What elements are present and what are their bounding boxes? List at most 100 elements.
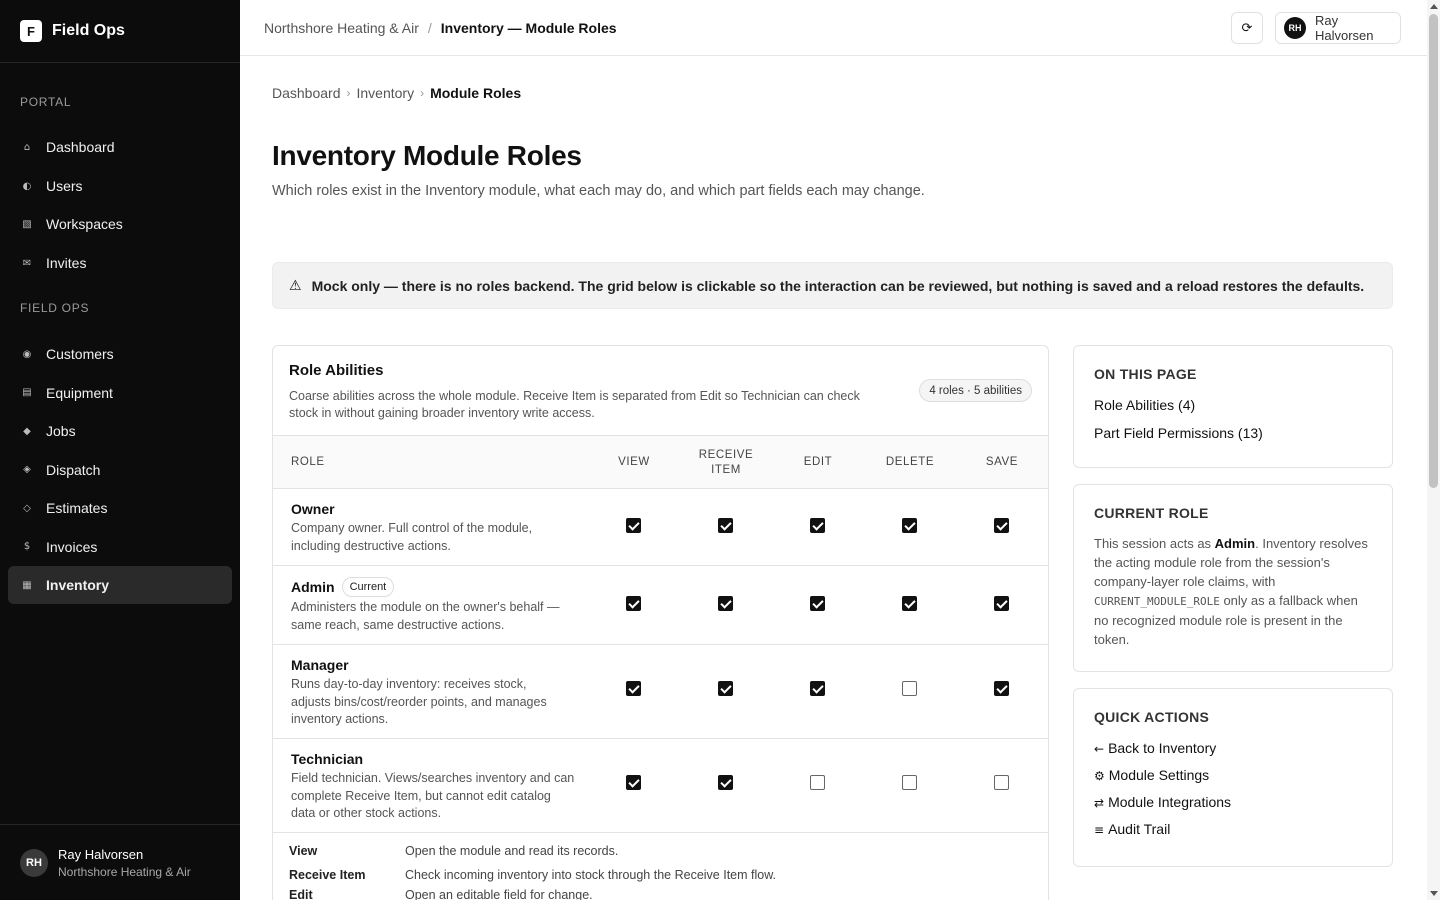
refresh-icon: ⟳ xyxy=(1241,20,1253,36)
sidebar-item-workspaces[interactable]: ▧ Workspaces xyxy=(8,205,232,243)
ability-checkbox-manager-view[interactable] xyxy=(626,681,641,696)
page-subtitle: Which roles exist in the Inventory modul… xyxy=(272,183,925,199)
ability-checkbox-admin-edit[interactable] xyxy=(810,596,825,611)
column-header-receive-item: RECEIVE ITEM xyxy=(698,448,754,476)
sidebar-item-label: Users xyxy=(46,178,83,194)
module-integrations-link[interactable]: ⇄ Module Integrations xyxy=(1094,794,1372,810)
column-header-edit: EDIT xyxy=(803,456,833,468)
list-icon: ≡ xyxy=(1094,823,1105,837)
ability-checkbox-admin-receive-item[interactable] xyxy=(718,596,733,611)
column-header-save: SAVE xyxy=(985,456,1019,468)
sidebar-item-estimates[interactable]: ◇ Estimates xyxy=(8,489,232,527)
gear-icon: ⚙ xyxy=(1094,769,1105,783)
sidebar-item-users[interactable]: ◐ Users xyxy=(8,167,232,205)
ability-checkbox-manager-delete[interactable] xyxy=(902,681,917,696)
topbar: Northshore Heating & Air / Inventory — M… xyxy=(240,0,1427,56)
topbar-org[interactable]: Northshore Heating & Air xyxy=(264,20,419,36)
breadcrumb-inventory[interactable]: Inventory xyxy=(357,85,415,101)
sidebar: F Field Ops PORTAL ⌂ Dashboard ◐ Users ▧ Wo… xyxy=(0,0,240,900)
topbar-separator: / xyxy=(427,19,432,36)
scrollbar[interactable] xyxy=(1427,0,1440,900)
sidebar-item-label: Workspaces xyxy=(46,216,123,232)
ability-checkbox-owner-delete[interactable] xyxy=(902,518,917,533)
sidebar-item-invites[interactable]: ✉ Invites xyxy=(8,244,232,282)
panel-title: CURRENT ROLE xyxy=(1094,505,1209,521)
ability-checkbox-technician-receive-item[interactable] xyxy=(718,775,733,790)
ability-checkbox-manager-receive-item[interactable] xyxy=(718,681,733,696)
sidebar-item-equipment[interactable]: ▤ Equipment xyxy=(8,374,232,412)
toc-link-part-field-permissions[interactable]: Part Field Permissions (13) xyxy=(1094,425,1372,441)
brand-name: Field Ops xyxy=(52,22,125,39)
column-header-delete: DELETE xyxy=(885,456,935,468)
role-abilities-card: Role Abilities Coarse abilities across t… xyxy=(272,345,1049,900)
table-row-admin: Admin Current Administers the module on … xyxy=(273,566,1048,645)
sidebar-item-jobs[interactable]: ◆ Jobs xyxy=(8,412,232,450)
role-description: Company owner. Full control of the modul… xyxy=(291,521,533,553)
role-description: Administers the module on the owner's be… xyxy=(291,600,560,632)
ability-checkbox-technician-delete[interactable] xyxy=(902,775,917,790)
ability-checkbox-manager-save[interactable] xyxy=(994,681,1009,696)
sidebar-item-dashboard[interactable]: ⌂ Dashboard xyxy=(8,128,232,166)
scroll-up-arrow[interactable] xyxy=(1430,4,1438,9)
sidebar-item-dispatch[interactable]: ◈ Dispatch xyxy=(8,451,232,489)
card-description: Coarse abilities across the whole module… xyxy=(289,389,860,420)
page-title: Inventory Module Roles xyxy=(272,140,582,171)
sidebar-item-invoices[interactable]: $ Invoices xyxy=(8,528,232,566)
role-name: Admin Current xyxy=(291,577,395,597)
notice-text: Mock only — there is no roles backend. T… xyxy=(311,277,1365,294)
role-name-text: Technician xyxy=(291,751,364,767)
breadcrumb-dashboard[interactable]: Dashboard xyxy=(272,85,341,101)
inventory-icon: ▦ xyxy=(22,579,32,591)
module-settings-link[interactable]: ⚙ Module Settings xyxy=(1094,767,1372,783)
ability-checkbox-admin-view[interactable] xyxy=(626,596,641,611)
ability-checkbox-manager-edit[interactable] xyxy=(810,681,825,696)
ability-checkbox-owner-edit[interactable] xyxy=(810,518,825,533)
brand[interactable]: F Field Ops xyxy=(0,0,240,63)
refresh-button[interactable]: ⟳ xyxy=(1231,12,1263,44)
ability-checkbox-owner-save[interactable] xyxy=(994,518,1009,533)
sidebar-item-label: Dispatch xyxy=(46,461,101,478)
ability-checkbox-technician-edit[interactable] xyxy=(810,775,825,790)
invoices-icon: $ xyxy=(23,541,31,552)
ability-checkbox-admin-delete[interactable] xyxy=(902,596,917,611)
ability-checkbox-technician-save[interactable] xyxy=(994,775,1009,790)
scroll-thumb[interactable] xyxy=(1429,14,1438,488)
avatar: RH xyxy=(1284,17,1306,39)
count-badge: 4 roles · 5 abilities xyxy=(919,379,1032,402)
sidebar-item-label: Jobs xyxy=(46,423,76,439)
quick-action-label: Audit Trail xyxy=(1108,821,1171,837)
scroll-down-arrow[interactable] xyxy=(1430,891,1438,896)
quick-actions-panel: QUICK ACTIONS ← Back to Inventory ⚙ Module… xyxy=(1073,688,1393,867)
sidebar-item-customers[interactable]: ◉ Customers xyxy=(8,335,232,373)
table-row-owner: Owner Company owner. Full control of the… xyxy=(273,489,1048,566)
avatar: RH xyxy=(20,848,48,877)
role-name-text: Admin xyxy=(291,579,335,595)
equipment-icon: ▤ xyxy=(22,387,32,398)
sidebar-item-inventory[interactable]: ▦ Inventory xyxy=(8,566,232,604)
sidebar-item-label: Invoices xyxy=(46,538,98,555)
role-name: Owner xyxy=(291,501,335,517)
ability-checkbox-technician-view[interactable] xyxy=(626,775,641,790)
user-menu-button[interactable]: RH Ray Halvorsen xyxy=(1275,12,1401,44)
role-description: Field technician. Views/searches invento… xyxy=(291,771,575,820)
ability-checkbox-owner-view[interactable] xyxy=(626,518,641,533)
ability-checkbox-admin-save[interactable] xyxy=(994,596,1009,611)
ability-checkbox-owner-receive-item[interactable] xyxy=(718,518,733,533)
current-role-pill: Current xyxy=(341,577,395,597)
brand-logo: F xyxy=(20,20,42,42)
sidebar-user[interactable]: RH Ray Halvorsen Northshore Heating & Ai… xyxy=(0,824,240,900)
role-name: Manager xyxy=(291,657,349,673)
sidebar-item-label: Estimates xyxy=(46,500,108,516)
on-this-page-panel: ON THIS PAGE Role Abilities (4) Part Fie… xyxy=(1073,345,1393,468)
user-menu-name: Ray Halvorsen xyxy=(1314,13,1374,43)
home-icon: ⌂ xyxy=(23,141,31,153)
current-role-panel: CURRENT ROLE This session acts as Admin.… xyxy=(1073,484,1393,672)
swap-icon: ⇄ xyxy=(1094,796,1105,810)
customers-icon: ◉ xyxy=(22,348,32,360)
toc-link-role-abilities[interactable]: Role Abilities (4) xyxy=(1094,397,1372,413)
audit-trail-link[interactable]: ≡ Audit Trail xyxy=(1094,821,1372,837)
quick-action-label: Back to Inventory xyxy=(1108,740,1217,756)
legend-term: Edit xyxy=(289,888,313,900)
back-to-inventory-link[interactable]: ← Back to Inventory xyxy=(1094,740,1372,756)
card-title: Role Abilities xyxy=(289,362,384,379)
